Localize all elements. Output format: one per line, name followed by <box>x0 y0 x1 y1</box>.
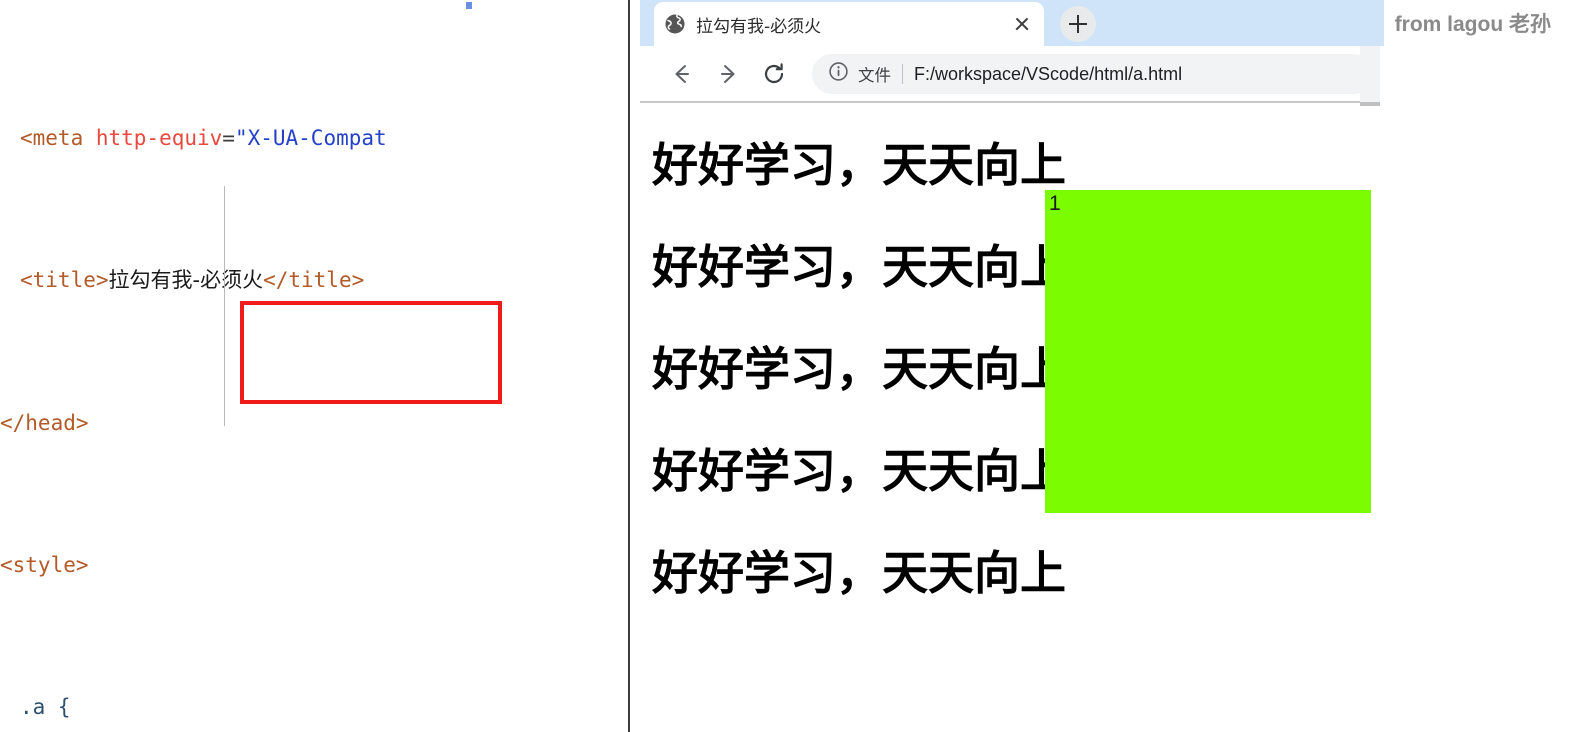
reload-button[interactable] <box>754 54 794 94</box>
page-heading: 好好学习，天天向上 <box>652 240 1066 294</box>
code-line-head-close: </head> <box>0 406 628 442</box>
back-button[interactable] <box>662 54 702 94</box>
url-scheme-label: 文件 <box>858 66 891 85</box>
tab-title: 拉勾有我-必须火 <box>696 16 822 37</box>
browser-toolbar: 文件 F:/workspace/VScode/html/a.html <box>640 46 1380 102</box>
watermark-prefix: from lagou <box>1394 13 1509 36</box>
fixed-position-box: 1 <box>1045 190 1371 513</box>
info-circle-icon[interactable] <box>828 61 849 87</box>
code-line-selector: .a { <box>0 690 628 726</box>
close-icon[interactable] <box>1010 12 1034 36</box>
code-token-title-open: <title> <box>20 268 109 293</box>
url-text[interactable]: F:/workspace/VScode/html/a.html <box>914 64 1358 85</box>
code-token-title-close: </title> <box>263 268 365 293</box>
code-token-title-text: 拉勾有我-必须火 <box>108 268 264 293</box>
address-bar[interactable]: 文件 F:/workspace/VScode/html/a.html <box>812 54 1374 94</box>
code-token-meta-value: "X-UA-Compat <box>234 125 387 150</box>
plus-icon-vertical <box>1076 15 1080 33</box>
page-heading: 好好学习，天天向上 <box>652 444 1066 498</box>
browser-toolbar-edge <box>1360 46 1380 102</box>
code-editor-pane[interactable]: <meta http-equiv="X-UA-Compat <title>拉勾有… <box>0 0 628 732</box>
watermark-suffix: 老孙 <box>1509 12 1551 36</box>
code-token-style-open: <style> <box>0 552 89 577</box>
code-line-title: <title>拉勾有我-必须火</title> <box>0 263 628 299</box>
omnibox-separator <box>902 64 903 84</box>
watermark-accent-bar <box>1374 0 1384 46</box>
code-token-selector: .a { <box>20 695 71 720</box>
code-line-style-open: <style> <box>0 548 628 584</box>
editor-scrollbar-track[interactable] <box>630 0 1270 732</box>
code-token-meta-attr: http-equiv <box>95 125 223 150</box>
indent-guide <box>224 186 225 426</box>
new-tab-button[interactable] <box>1060 6 1096 42</box>
code-token-head-close: </head> <box>0 410 89 435</box>
browser-window: 拉勾有我-必须火 文件 F:/workspace/VScode/html/a.h… <box>640 0 1380 732</box>
watermark: from lagou 老孙 <box>1395 8 1551 38</box>
globe-icon <box>664 13 686 35</box>
browser-tab[interactable]: 拉勾有我-必须火 <box>654 2 1044 46</box>
tab-strip: 拉勾有我-必须火 <box>640 0 1380 46</box>
scroll-artifact <box>466 2 472 9</box>
page-viewport: 好好学习，天天向上 好好学习，天天向上 好好学习，天天向上 好好学习，天天向上 … <box>640 103 1380 732</box>
page-heading: 好好学习，天天向上 <box>652 342 1066 396</box>
code-token-meta-open: <meta <box>20 125 96 150</box>
forward-button[interactable] <box>708 54 748 94</box>
code-token-equals: = <box>222 125 235 150</box>
browser-window-shadow <box>1360 102 1380 106</box>
code-line-meta: <meta http-equiv="X-UA-Compat <box>0 121 628 157</box>
page-heading: 好好学习，天天向上 <box>652 546 1066 600</box>
code-editor-content[interactable]: <meta http-equiv="X-UA-Compat <title>拉勾有… <box>0 14 628 732</box>
page-heading: 好好学习，天天向上 <box>652 138 1066 192</box>
